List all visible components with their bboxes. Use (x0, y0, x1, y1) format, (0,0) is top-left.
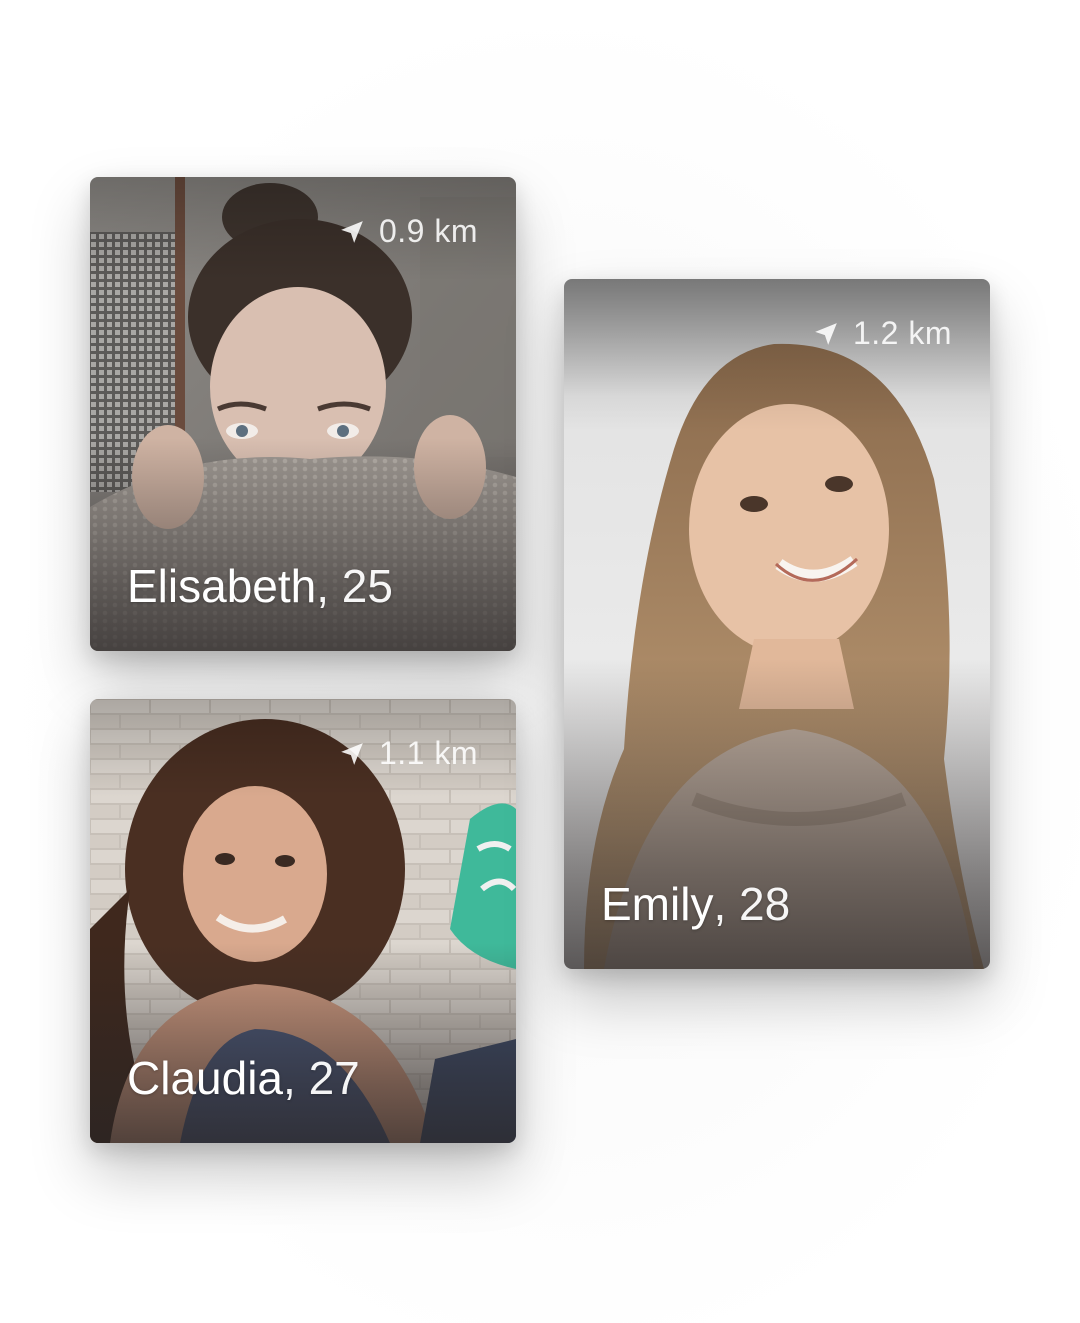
caption-separator: , (316, 560, 330, 612)
profile-caption: Emily, 28 (601, 877, 790, 931)
caption-separator: , (713, 878, 727, 930)
navigation-arrow-icon (339, 741, 365, 767)
profile-card-elisabeth[interactable]: 0.9 km Elisabeth, 25 (90, 177, 516, 651)
distance-text: 0.9 km (378, 213, 478, 249)
profile-age: 27 (308, 1052, 360, 1104)
profile-card-emily[interactable]: 1.2 km Emily, 28 (564, 279, 990, 969)
profile-age: 25 (341, 560, 393, 612)
profile-caption: Elisabeth, 25 (127, 559, 393, 613)
caption-separator: , (283, 1052, 296, 1104)
profile-card-claudia[interactable]: 1.1 km Claudia, 27 (90, 699, 516, 1143)
distance-indicator: 0.9 km (339, 213, 478, 250)
profile-grid-canvas: 0.9 km Elisabeth, 25 1.1 km Claudia, 27 … (0, 0, 1080, 1323)
distance-indicator: 1.2 km (813, 315, 952, 352)
navigation-arrow-icon (813, 321, 839, 347)
distance-indicator: 1.1 km (339, 735, 478, 772)
profile-photo (564, 279, 990, 969)
distance-text: 1.2 km (852, 315, 952, 351)
profile-caption: Claudia, 27 (127, 1051, 360, 1105)
profile-age: 28 (739, 878, 791, 930)
profile-name: Emily (601, 878, 714, 930)
profile-name: Claudia (127, 1052, 283, 1104)
navigation-arrow-icon (339, 219, 365, 245)
distance-text: 1.1 km (378, 735, 478, 771)
profile-name: Elisabeth (127, 560, 317, 612)
